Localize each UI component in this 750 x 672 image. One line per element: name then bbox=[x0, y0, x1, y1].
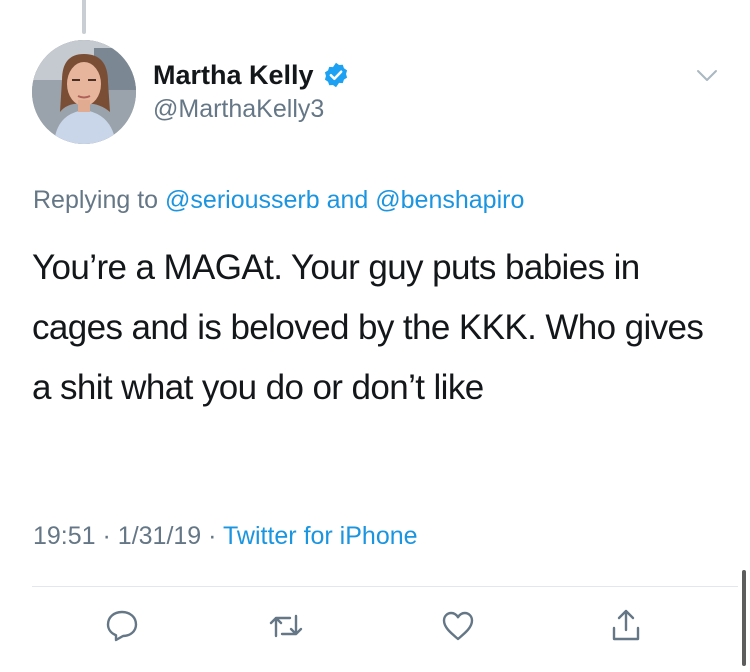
tweet-time: 19:51 bbox=[33, 522, 96, 550]
tweet-date: 1/31/19 bbox=[117, 522, 202, 550]
like-button[interactable] bbox=[436, 606, 480, 650]
divider bbox=[32, 586, 738, 587]
share-button[interactable] bbox=[604, 606, 648, 650]
meta-separator: · bbox=[102, 522, 111, 550]
retweet-icon bbox=[266, 606, 306, 651]
author-name[interactable]: Martha Kelly bbox=[153, 60, 314, 91]
avatar-photo bbox=[32, 40, 136, 144]
tweet-actions-bar bbox=[0, 606, 750, 656]
author-block[interactable]: Martha Kelly @MarthaKelly3 bbox=[153, 57, 350, 124]
author-handle[interactable]: @MarthaKelly3 bbox=[153, 95, 350, 124]
tweet-source-link[interactable]: Twitter for iPhone bbox=[223, 522, 418, 550]
meta-separator: · bbox=[208, 522, 217, 550]
reply-button[interactable] bbox=[100, 606, 144, 650]
verified-badge-icon bbox=[322, 61, 350, 89]
mention-link-1[interactable]: @seriousserb bbox=[165, 186, 320, 214]
scrollbar[interactable] bbox=[742, 570, 746, 666]
share-icon bbox=[606, 606, 646, 651]
avatar[interactable] bbox=[32, 40, 136, 144]
chevron-down-icon[interactable] bbox=[694, 62, 720, 88]
mention-link-2[interactable]: @benshapiro bbox=[375, 186, 524, 214]
thread-connector-line bbox=[82, 0, 86, 34]
tweet-text: You’re a MAGAt. Your guy puts babies in … bbox=[32, 248, 704, 407]
replying-conjunction: and bbox=[326, 186, 369, 214]
tweet-meta: 19:51 · 1/31/19 · Twitter for iPhone bbox=[33, 522, 418, 551]
retweet-button[interactable] bbox=[264, 606, 308, 650]
author-name-row: Martha Kelly bbox=[153, 57, 350, 93]
heart-icon bbox=[438, 606, 478, 651]
reply-bubble-icon bbox=[102, 606, 142, 651]
replying-prefix: Replying to bbox=[33, 186, 159, 214]
replying-to-line: Replying to @seriousserb and @benshapiro bbox=[33, 186, 524, 215]
